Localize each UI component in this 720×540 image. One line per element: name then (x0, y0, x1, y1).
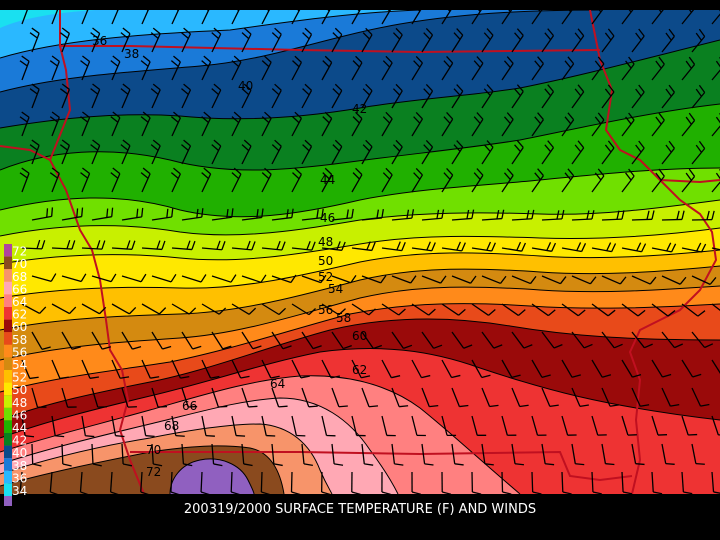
contour-label-64: 64 (270, 377, 285, 391)
legend-swatch-52 (4, 370, 12, 383)
legend-swatch-72 (4, 244, 12, 257)
contour-label-54: 54 (328, 282, 343, 296)
contour-label-50: 50 (318, 254, 333, 268)
legend-swatch-60 (4, 319, 12, 333)
contour-label-48: 48 (318, 235, 333, 249)
legend-swatch-68 (4, 269, 12, 282)
temperature-map: 36384042444648505254565860626466687072 7… (0, 10, 720, 506)
contour-label-62: 62 (352, 363, 367, 377)
legend-swatch-48 (4, 395, 12, 408)
weather-map-frame: 36 38 40 42 44 46 48 50 52 54 56 58 60 62 64 66 68 70 72 7… (0, 0, 720, 540)
contour-label-36: 36 (92, 34, 107, 48)
contour-label-60: 60 (352, 329, 367, 343)
legend-swatch-70 (4, 256, 12, 270)
legend-swatch-44 (4, 420, 12, 433)
legend-swatch-40 (4, 445, 12, 459)
contour-label-40: 40 (238, 79, 253, 93)
contour-label-68: 68 (164, 419, 179, 433)
legend-swatch-38 (4, 458, 12, 471)
legend-label-34: 34 (12, 484, 27, 498)
legend-swatch-54 (4, 357, 12, 370)
legend-swatch-66 (4, 281, 12, 295)
contour-label-58: 58 (336, 311, 351, 325)
legend-swatch-34 (4, 483, 12, 496)
temperature-field: 36384042444648505254565860626466687072 (0, 10, 720, 494)
legend-swatch-62 (4, 307, 12, 320)
contour-label-72: 72 (146, 465, 161, 479)
map-caption: 200319/2000 SURFACE TEMPERATURE (F) AND … (183, 502, 537, 517)
temperature-legend: 7270686664626058565452504846444240383634 (4, 244, 27, 506)
contour-label-46: 46 (320, 211, 335, 225)
contour-label-44: 44 (320, 173, 335, 187)
legend-swatch-50 (4, 382, 12, 396)
legend-swatch-56 (4, 344, 12, 358)
legend-swatch-46 (4, 407, 12, 421)
legend-swatch-36 (4, 470, 12, 484)
contour-label-38: 38 (124, 47, 139, 61)
contour-label-66: 66 (182, 399, 197, 413)
contour-label-70: 70 (146, 443, 161, 457)
legend-swatch-42 (4, 433, 12, 446)
contour-label-56: 56 (318, 303, 333, 317)
legend-swatch-58 (4, 332, 12, 345)
legend-swatch-64 (4, 294, 12, 307)
contour-label-42: 42 (352, 102, 367, 116)
